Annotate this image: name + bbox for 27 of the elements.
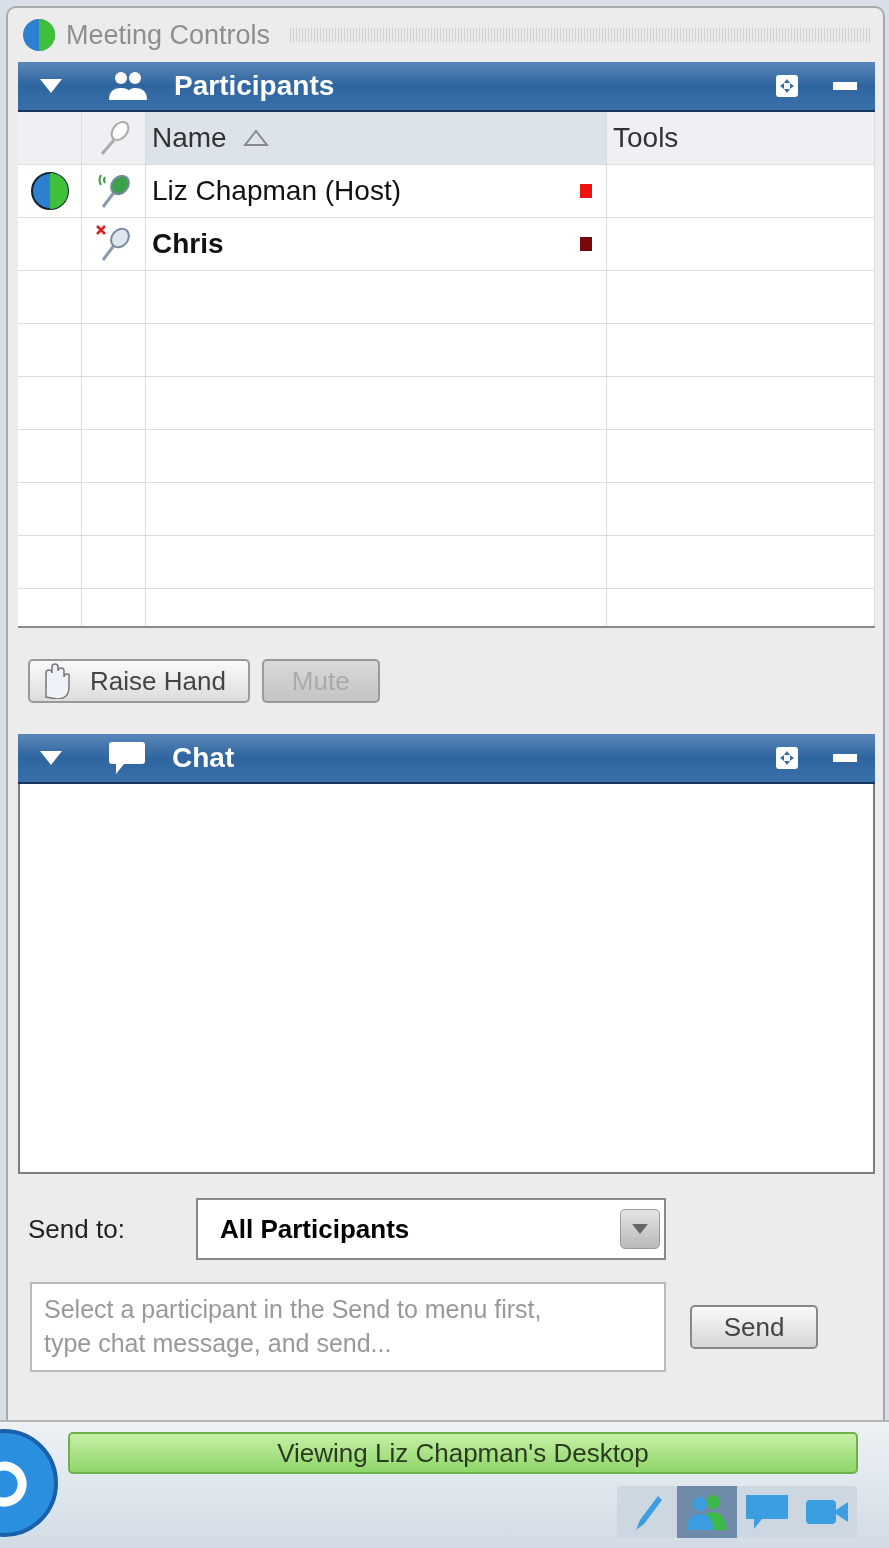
column-header[interactable] — [82, 112, 146, 164]
toolbar-button[interactable] — [677, 1486, 737, 1538]
chat-message-input[interactable]: Select a participant in the Send to menu first, type chat message, and send... — [30, 1282, 666, 1372]
circular-logo-icon — [0, 1428, 60, 1538]
window-title: Meeting Controls — [66, 19, 271, 51]
dropdown-arrow-icon — [632, 1224, 648, 1234]
chat-bubble-icon — [108, 740, 146, 776]
globe-icon — [29, 171, 70, 211]
recipient-dropdown[interactable]: All Participants — [196, 1198, 666, 1260]
sort-ascending-icon — [242, 129, 269, 147]
status-bar: Viewing Liz Chapman's Desktop — [68, 1432, 858, 1474]
participant-name[interactable]: Liz Chapman (Host) — [152, 175, 580, 207]
column-header[interactable]: Name — [146, 112, 607, 164]
participant-name[interactable]: Chris — [152, 228, 580, 260]
expand-icon[interactable] — [775, 74, 799, 98]
collapse-icon[interactable] — [40, 79, 62, 93]
collapse-icon[interactable] — [40, 751, 62, 765]
send-to-label: Send to: — [28, 1213, 126, 1245]
globe-icon — [22, 18, 56, 52]
send-button[interactable]: Send — [690, 1305, 818, 1349]
people-icon — [685, 1492, 729, 1532]
expand-icon[interactable] — [775, 746, 799, 770]
panel-title: Chat — [172, 742, 236, 774]
people-icon — [108, 70, 148, 102]
column-header[interactable]: Tools — [607, 112, 875, 164]
panel-title: Participants — [174, 70, 336, 102]
raise-hand-button[interactable]: Raise Hand — [28, 659, 250, 703]
